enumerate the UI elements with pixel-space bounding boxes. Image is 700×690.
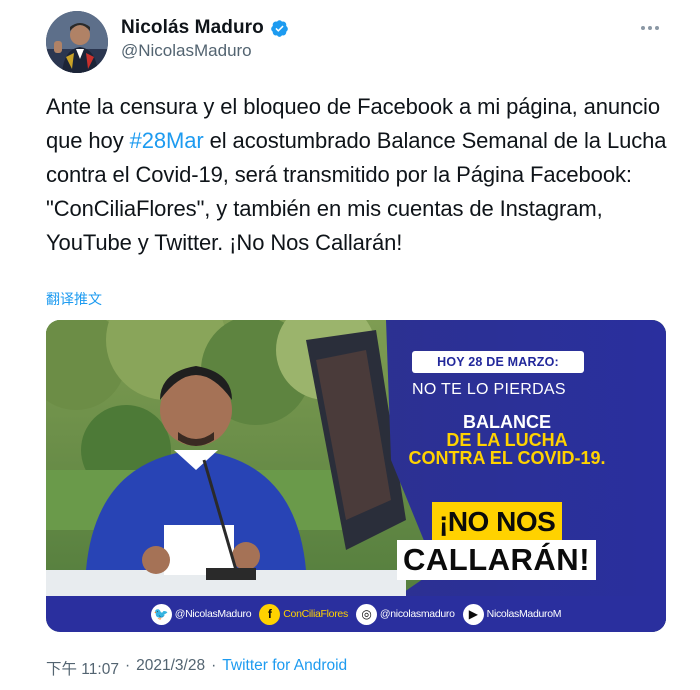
tweet-metadata: 下午 11:07 · 2021/3/28 · Twitter for Andro…: [46, 657, 347, 679]
avatar[interactable]: [46, 11, 108, 73]
social-twitter: 🐦 @NicolasMaduro: [150, 603, 252, 625]
translate-tweet-link[interactable]: 翻译推文: [46, 289, 102, 309]
banner-headline-1: BALANCE: [463, 412, 551, 432]
meta-separator: ·: [124, 657, 131, 674]
banner-slogan-1: ¡NO NOS: [432, 502, 563, 542]
verified-badge-icon: [271, 19, 288, 37]
social-handles-bar: 🐦 @NicolasMaduro f ConCiliaFlores ◎ @nic…: [46, 596, 666, 632]
facebook-icon: f: [259, 603, 281, 625]
banner-slogan-2: CALLARÁN!: [397, 540, 597, 580]
instagram-icon: ◎: [355, 603, 377, 625]
meta-separator: ·: [211, 657, 217, 674]
author-handle[interactable]: @NicolasMaduro: [121, 41, 252, 61]
youtube-icon: ▶: [462, 603, 484, 625]
author-name[interactable]: Nicolás Maduro: [121, 17, 264, 39]
banner-headline-2: DE LA LUCHA: [446, 430, 568, 450]
banner-subtitle: NO TE LO PIERDAS: [412, 381, 566, 398]
tweet-date[interactable]: 2021/3/28: [136, 657, 205, 679]
banner-headline-3: CONTRA EL COVID-19.: [408, 448, 606, 468]
social-youtube: ▶ NicolasMaduroM: [462, 603, 562, 625]
social-facebook: f ConCiliaFlores: [259, 603, 348, 625]
social-instagram: ◎ @nicolasmaduro: [355, 603, 455, 625]
hashtag-link[interactable]: #28Mar: [130, 128, 204, 153]
tweet-time[interactable]: 下午 11:07: [46, 657, 119, 679]
tweet-source-link[interactable]: Twitter for Android: [222, 657, 347, 679]
author-name-row[interactable]: Nicolás Maduro: [121, 17, 289, 39]
tweet-text: Ante la censura y el bloqueo de Facebook…: [46, 90, 676, 260]
more-options-icon[interactable]: [641, 26, 659, 30]
banner-date-pill: HOY 28 DE MARZO:: [412, 351, 584, 373]
twitter-icon: 🐦: [150, 603, 172, 625]
